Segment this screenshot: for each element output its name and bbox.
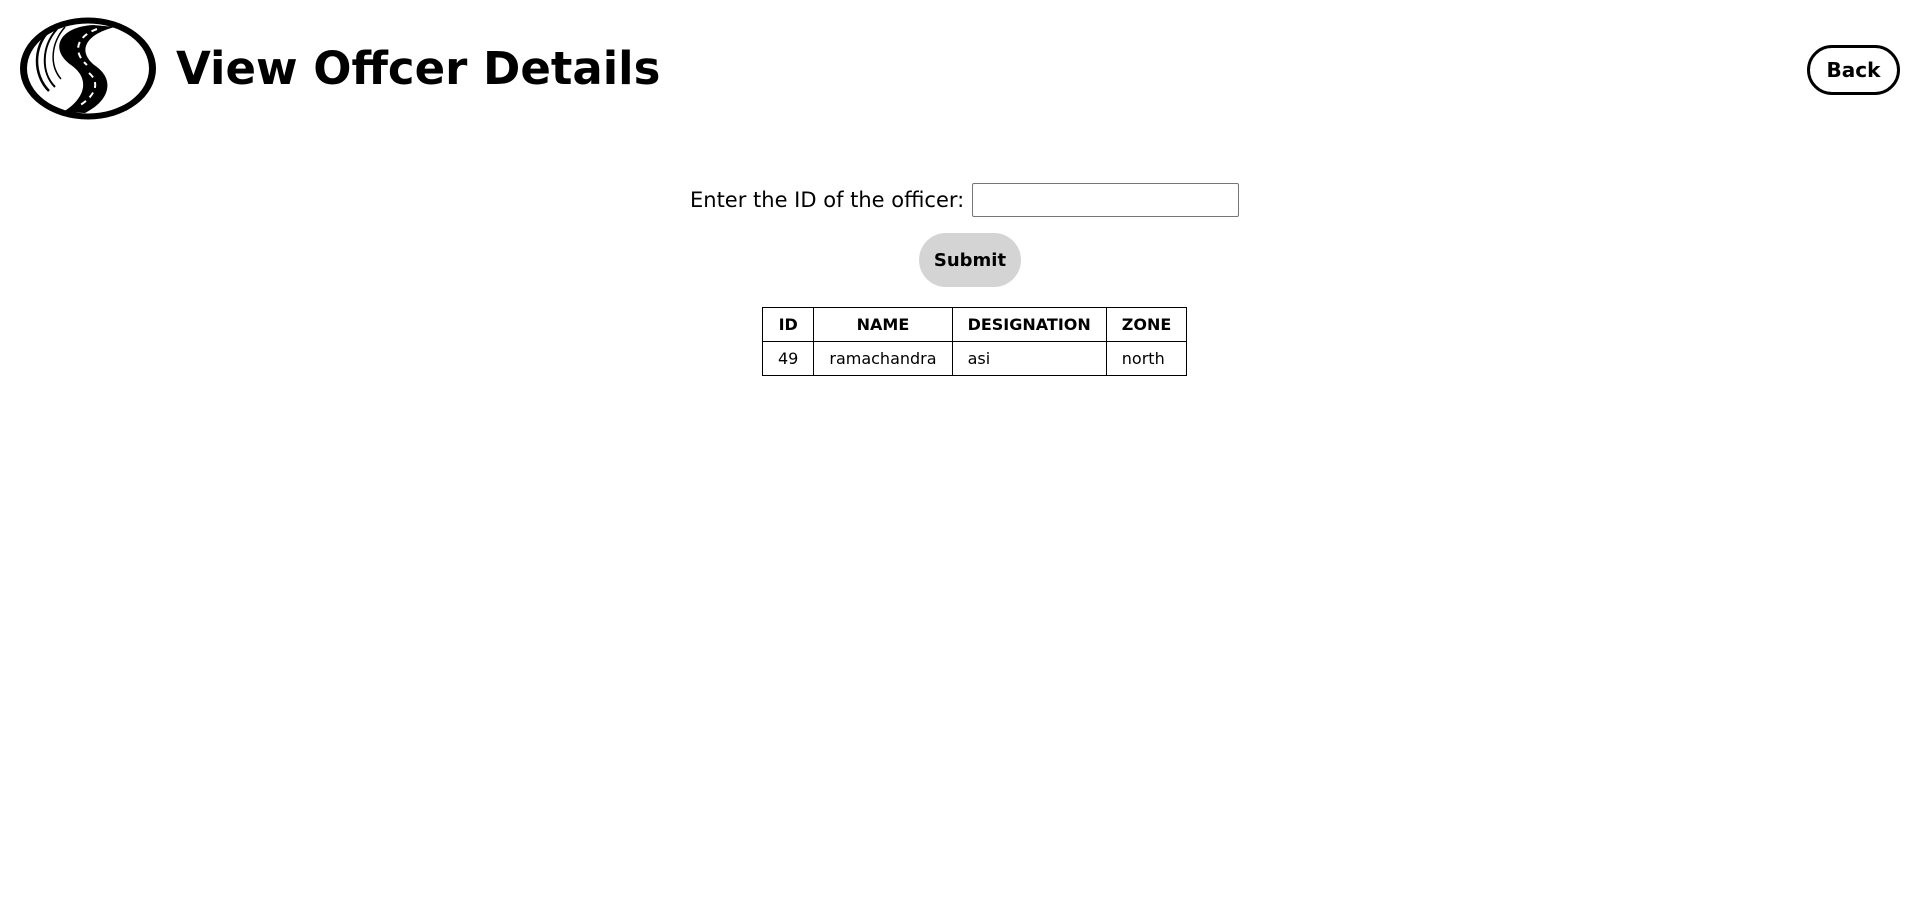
officer-details-table: ID NAME DESIGNATION ZONE 49 ramachandra … — [761, 307, 1188, 376]
table-header-row: ID NAME DESIGNATION ZONE — [761, 307, 1188, 342]
officer-id-label: Enter the ID of the officer: — [690, 188, 965, 212]
cell-designation: asi — [951, 341, 1107, 376]
column-header-name: NAME — [813, 307, 953, 342]
column-header-id: ID — [761, 307, 815, 342]
cell-name: ramachandra — [813, 341, 953, 376]
table-row: 49 ramachandra asi north — [761, 341, 1188, 376]
submit-button[interactable]: Submit — [919, 233, 1021, 287]
page-header: View Offcer Details Back — [0, 0, 1920, 130]
officer-id-input[interactable] — [972, 183, 1240, 217]
column-header-zone: ZONE — [1105, 307, 1188, 342]
cell-zone: north — [1105, 341, 1188, 376]
back-button[interactable]: Back — [1807, 45, 1900, 95]
column-header-designation: DESIGNATION — [951, 307, 1107, 342]
winding-road-logo-icon — [19, 17, 157, 120]
page-title: View Offcer Details — [176, 42, 661, 95]
officer-id-form: Enter the ID of the officer: — [690, 182, 1240, 218]
cell-id: 49 — [761, 341, 815, 376]
